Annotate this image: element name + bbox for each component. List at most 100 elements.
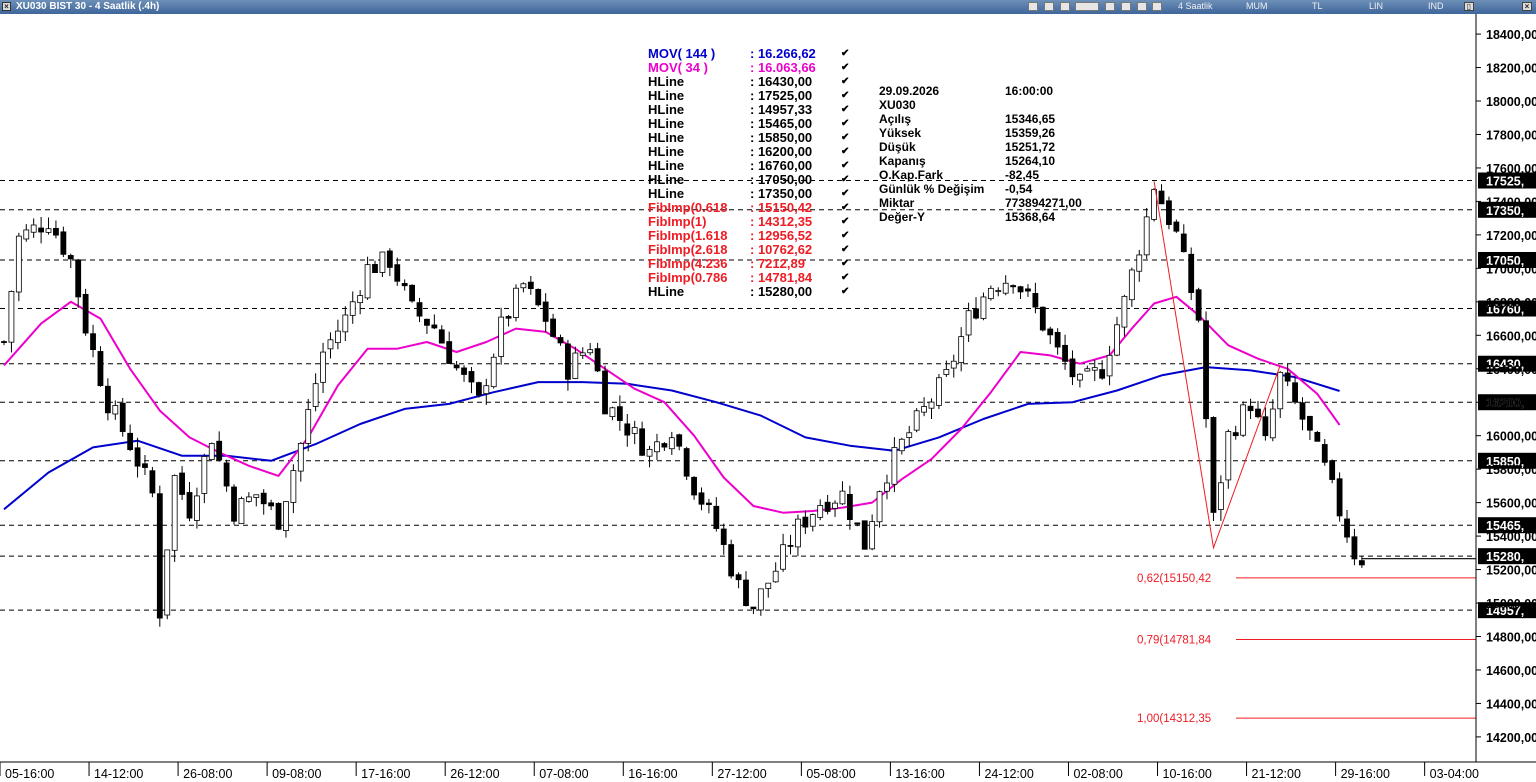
check-icon[interactable]: ✔ <box>841 271 849 285</box>
candle-body <box>15 235 22 293</box>
check-icon[interactable]: ✔ <box>841 285 849 299</box>
candle-body <box>743 579 749 607</box>
indicator-value: : 15465,00 <box>750 116 813 131</box>
check-icon[interactable]: ✔ <box>841 117 849 131</box>
candle-body <box>275 502 282 530</box>
candle-body <box>928 401 935 409</box>
candle-body <box>490 356 497 388</box>
indicator-value: : 15150,42 <box>750 200 813 215</box>
candle-body <box>216 440 223 461</box>
candle-body <box>1232 432 1239 437</box>
check-icon[interactable]: ✔ <box>841 201 849 215</box>
candle-body <box>965 310 972 336</box>
candle-body <box>342 314 349 333</box>
toolbar-tool-icon[interactable] <box>1136 2 1147 11</box>
period-selector[interactable]: 4 Saatlik <box>1178 1 1213 11</box>
candle-body <box>1277 371 1284 410</box>
candle-body <box>1203 320 1209 420</box>
check-icon[interactable]: ✔ <box>841 131 849 145</box>
fib-level-label: 0,79(14781,84 <box>1137 635 1212 647</box>
candle-body <box>475 382 482 396</box>
check-icon[interactable]: ✔ <box>841 215 849 229</box>
check-icon[interactable]: ✔ <box>841 145 849 159</box>
toolbar-tool-icon[interactable] <box>1043 2 1054 11</box>
candle-body <box>787 545 794 547</box>
toolbar-tool-icon[interactable] <box>1075 2 1100 11</box>
indicator-name: MOV( 34 ) <box>648 60 708 75</box>
candle-body <box>1121 295 1128 328</box>
toolbar-tool-icon[interactable] <box>1152 2 1163 11</box>
window-restore-icon[interactable]: ▯ <box>1464 2 1474 11</box>
candle-body <box>1314 431 1321 442</box>
check-icon[interactable]: ✔ <box>841 61 849 75</box>
y-tick-label: 18200,00 <box>1486 62 1536 76</box>
info-key: XU030 <box>879 98 916 112</box>
x-tick-label: 05-08:00 <box>806 767 855 781</box>
candle-body <box>987 287 994 300</box>
candle-body <box>1084 368 1091 372</box>
indicator-name: HLine <box>648 88 685 103</box>
candle-body <box>186 492 193 519</box>
info-value: 16:00:00 <box>1005 84 1054 98</box>
candle-body <box>846 493 853 520</box>
candle-body <box>424 318 430 326</box>
indicator-value: : 17525,00 <box>750 88 813 103</box>
candle-body <box>661 443 668 448</box>
candle-body <box>1069 358 1076 378</box>
candle-body <box>1255 408 1261 418</box>
window-close-icon[interactable]: × <box>2 2 11 11</box>
hline-label: 15280, <box>1486 550 1524 564</box>
y-tick-label: 16400,00 <box>1486 363 1536 377</box>
indicator-name: HLine <box>648 144 685 159</box>
candle-body <box>1114 324 1120 356</box>
check-icon[interactable]: ✔ <box>841 89 849 103</box>
y-tick-label: 15400,00 <box>1486 530 1536 544</box>
indicator-name: FibImp(0.786 <box>648 270 728 285</box>
candle-body <box>231 486 237 522</box>
candle-body <box>550 318 556 337</box>
candle-body <box>60 231 67 255</box>
candle-body <box>1106 354 1113 377</box>
indicator-value: : 12956,52 <box>750 228 813 243</box>
candle-body <box>1143 216 1150 256</box>
check-icon[interactable]: ✔ <box>841 257 849 271</box>
candle-body <box>171 475 178 551</box>
check-icon[interactable]: ✔ <box>841 103 849 117</box>
candle-body <box>386 250 393 268</box>
y-tick-label: 14400,00 <box>1486 697 1536 711</box>
candle-body <box>468 371 475 383</box>
chart-style-selector[interactable]: MUM <box>1246 1 1268 11</box>
toolbar-tool-icon[interactable] <box>1120 2 1131 11</box>
info-key: Yüksek <box>879 126 922 140</box>
check-icon[interactable]: ✔ <box>841 47 849 61</box>
y-tick-label: 17400,00 <box>1486 195 1536 209</box>
candle-body <box>498 316 505 357</box>
toolbar-tool-icon[interactable] <box>1059 2 1070 11</box>
candle-body <box>1062 344 1068 362</box>
indicator-name: FibImp(4.236 <box>648 256 728 271</box>
check-icon[interactable]: ✔ <box>841 75 849 89</box>
scale-selector[interactable]: LIN <box>1369 1 1383 11</box>
toolbar-tool-icon[interactable] <box>1028 2 1038 11</box>
check-icon[interactable]: ✔ <box>841 229 849 243</box>
candle-body <box>260 492 267 505</box>
mode-selector[interactable]: IND <box>1428 1 1444 11</box>
info-key: 29.09.2026 <box>879 84 940 98</box>
candle-body <box>720 528 727 545</box>
window-close-icon[interactable]: × <box>1522 2 1532 11</box>
window-title: XU030 BIST 30 - 4 Saatlik (.4h) <box>16 1 160 12</box>
x-tick-label: 27-12:00 <box>717 767 766 781</box>
check-icon[interactable]: ✔ <box>841 173 849 187</box>
check-icon[interactable]: ✔ <box>841 187 849 201</box>
toolbar-tool-icon[interactable] <box>1105 2 1116 11</box>
currency-selector[interactable]: TL <box>1312 1 1323 11</box>
check-icon[interactable]: ✔ <box>841 243 849 257</box>
candle-body <box>639 428 646 456</box>
candle-body <box>394 264 401 282</box>
candle-body <box>542 301 549 322</box>
indicator-value: : 10762,62 <box>750 242 813 257</box>
check-icon[interactable]: ✔ <box>841 159 849 173</box>
y-tick-label: 14600,00 <box>1486 664 1536 678</box>
candle-body <box>802 516 809 528</box>
candle-body <box>238 498 245 525</box>
